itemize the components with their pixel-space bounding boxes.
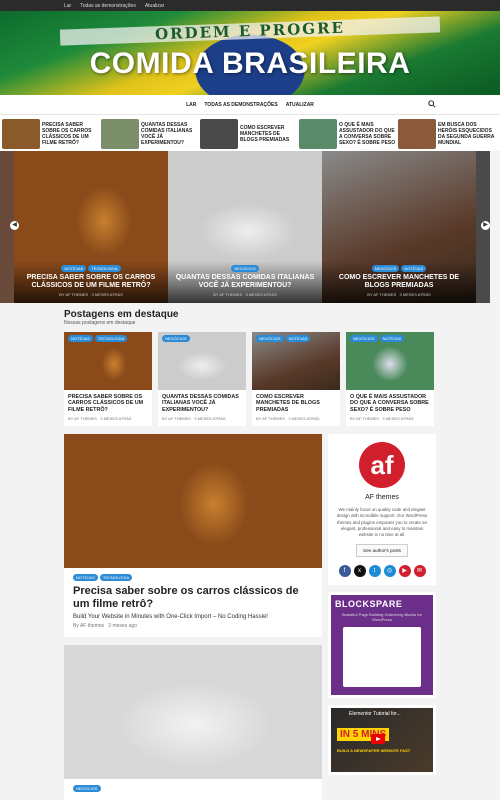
nav-home[interactable]: LAR — [186, 102, 196, 108]
post-card[interactable]: NOTÍCIAS TECNOLOGIA Precisa saber sobre o… — [64, 434, 322, 638]
category-tag[interactable]: TECNOLOGIA — [94, 335, 128, 342]
site-title[interactable]: COMIDA BRASILEIRA — [0, 47, 500, 81]
sidebar: af AF themes We mainly focus on quality … — [328, 434, 436, 800]
category-tag[interactable]: NEGÓCIOS — [256, 335, 284, 342]
category-tag[interactable]: NEGÓCIOS — [371, 265, 400, 272]
post-card[interactable]: NEGÓCIOS — [64, 645, 322, 800]
category-tag[interactable]: NOTÍCIAS — [401, 265, 427, 272]
featured-grid: NOTÍCIAS TECNOLOGIA PRECISA SABER SOBRE O… — [64, 332, 436, 427]
category-tag[interactable]: TECNOLOGIA — [88, 265, 121, 272]
hero-banner: ORDEM E PROGRE COMIDA BRASILEIRA — [0, 11, 500, 95]
featured-card[interactable]: NOTÍCIAS TECNOLOGIA PRECISA SABER SOBRE O… — [64, 332, 152, 427]
blockspare-widget[interactable]: BLOCKSPARE Beautiful Page Building Guten… — [328, 592, 436, 699]
topbar-link-update[interactable]: Atualizar — [145, 3, 164, 9]
topbar-link-demos[interactable]: Todas as demonstrações — [80, 3, 136, 9]
category-tag[interactable]: NOTÍCIAS — [61, 265, 87, 272]
featured-title: Postagens em destaque — [64, 309, 179, 320]
featured-subtitle: Nossas postagens em destaque — [64, 320, 136, 326]
post-title[interactable]: Precisa saber sobre os carros clássicos … — [73, 585, 313, 611]
instagram-icon[interactable]: ◎ — [383, 565, 396, 578]
featured-card[interactable]: NEGÓCIOS QUANTAS DESSAS COMIDAS ITALIANA… — [158, 332, 246, 427]
author-avatar[interactable]: af — [359, 442, 405, 489]
post-image[interactable] — [64, 434, 322, 569]
video-widget[interactable]: Elementor Tutorial for... IN 5 MINS BUIL… — [328, 705, 436, 776]
ticker-item[interactable]: O QUE É MAIS ASSUSTADOR DO QUE A CONVERS… — [299, 117, 398, 151]
ticker-item[interactable]: EM BUSCA DOS HERÓIS ESQUECIDOS DA SEGUND… — [398, 117, 497, 151]
search-icon[interactable] — [428, 100, 436, 108]
category-tag[interactable]: TECNOLOGIA — [99, 574, 133, 582]
category-tag[interactable]: NEGÓCIOS — [350, 335, 378, 342]
category-tag[interactable]: NOTÍCIAS — [379, 335, 405, 342]
category-tag[interactable]: NEGÓCIOS — [73, 785, 101, 793]
carousel-slide[interactable]: NEGÓCIOS QUANTAS DESSAS COMIDAS ITALIANA… — [168, 151, 322, 303]
carousel-prev-icon[interactable]: ◀ — [10, 221, 19, 230]
author-widget: af AF themes We mainly focus on quality … — [328, 434, 436, 586]
post-image[interactable] — [64, 645, 322, 780]
ticker-item[interactable]: QUANTAS DESSAS COMIDAS ITALIANAS VOCÊ JÁ… — [101, 117, 200, 151]
email-icon[interactable]: ✉ — [413, 565, 426, 578]
slide-title[interactable]: QUANTAS DESSAS COMIDAS ITALIANAS VOCÊ JÁ… — [174, 274, 316, 290]
nav-update[interactable]: ATUALIZAR — [286, 102, 314, 108]
featured-card[interactable]: NEGÓCIOS NOTÍCIAS O QUE É MAIS ASSUSTADOR… — [346, 332, 434, 427]
blockspare-preview — [343, 627, 421, 688]
main-carousel: NOTÍCIAS TECNOLOGIA PRECISA SABER SOBRE O… — [0, 151, 500, 303]
blockspare-title: BLOCKSPARE — [335, 599, 403, 610]
category-tag[interactable]: NOTÍCIAS — [68, 335, 93, 342]
carousel-slide[interactable]: NEGÓCIOS NOTÍCIAS COMO ESCREVER MANCHETES… — [322, 151, 476, 303]
author-description: We mainly focus on quality code and eleg… — [336, 507, 428, 538]
telegram-icon[interactable]: t — [368, 565, 381, 578]
carousel-next-icon[interactable]: ▶ — [481, 221, 490, 230]
category-tag[interactable]: NEGÓCIOS — [162, 335, 190, 342]
facebook-icon[interactable]: f — [338, 565, 351, 578]
post-list: NOTÍCIAS TECNOLOGIA Precisa saber sobre o… — [64, 434, 322, 800]
slide-title[interactable]: PRECISA SABER SOBRE OS CARROS CLÁSSICOS … — [20, 274, 162, 290]
flag-band: ORDEM E PROGRE — [59, 16, 441, 46]
main-content: NOTÍCIAS TECNOLOGIA Precisa saber sobre o… — [64, 434, 500, 800]
author-posts-button[interactable]: See author's posts — [356, 544, 408, 558]
author-name: AF themes — [365, 494, 399, 502]
main-nav: LAR TODAS AS DEMONSTRAÇÕES ATUALIZAR — [0, 95, 500, 115]
post-excerpt: Build Your Website in Minutes with One-C… — [73, 614, 268, 621]
nav-demos[interactable]: TODAS AS DEMONSTRAÇÕES — [204, 102, 277, 108]
top-bar: Lar Todas as demonstrações Atualizar — [0, 0, 500, 11]
play-icon[interactable] — [371, 734, 385, 745]
featured-card[interactable]: NEGÓCIOS NOTÍCIAS COMO ESCREVER MANCHETES… — [252, 332, 340, 427]
category-tag[interactable]: NOTÍCIAS — [285, 335, 311, 342]
ticker-list: PRECISA SABER SOBRE OS CARROS CLÁSSICOS … — [0, 115, 500, 151]
youtube-icon[interactable]: ▶ — [398, 565, 411, 578]
ticker-item[interactable]: PRECISA SABER SOBRE OS CARROS CLÁSSICOS … — [2, 117, 101, 151]
ticker-item[interactable]: COMO ESCREVER MANCHETES DE BLOGS PREMIAD… — [200, 117, 299, 151]
category-tag[interactable]: NOTÍCIAS — [73, 574, 98, 582]
slide-title[interactable]: COMO ESCREVER MANCHETES DE BLOGS PREMIAD… — [328, 274, 470, 290]
category-tag[interactable]: NEGÓCIOS — [231, 265, 259, 272]
carousel-slide[interactable]: NOTÍCIAS TECNOLOGIA PRECISA SABER SOBRE O… — [14, 151, 168, 303]
topbar-link-home[interactable]: Lar — [64, 3, 71, 9]
x-icon[interactable]: x — [353, 565, 366, 578]
